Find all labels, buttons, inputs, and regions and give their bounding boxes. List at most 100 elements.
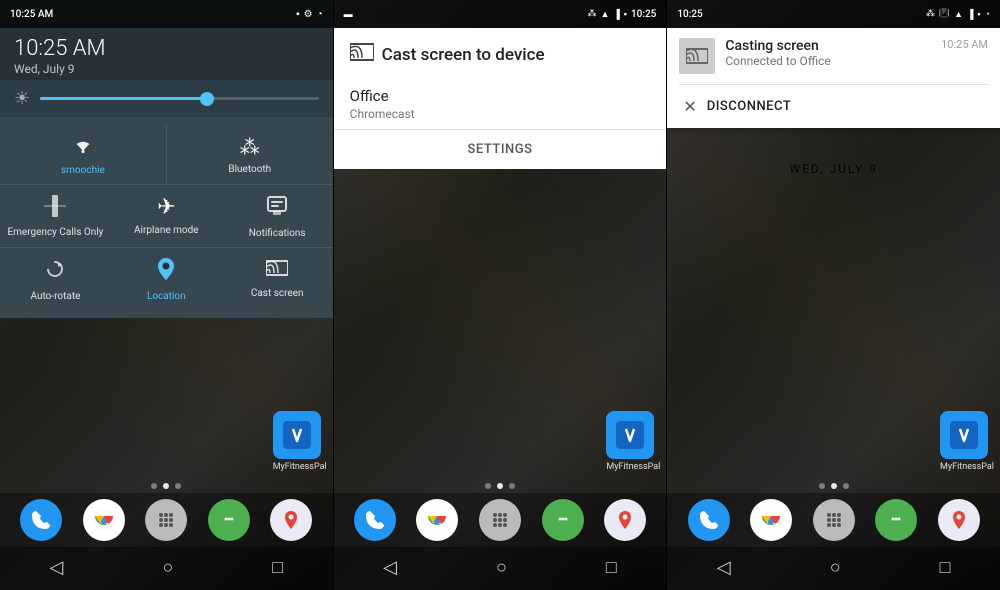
home-button-2[interactable]: ○ — [480, 553, 523, 582]
tile-airplane-label: Airplane mode — [134, 225, 199, 236]
app-apps-1[interactable] — [145, 499, 187, 541]
vibrate-icon-3: 📳 — [939, 9, 950, 19]
disconnect-label: DISCONNECT — [707, 99, 792, 114]
recent-button-1[interactable]: □ — [256, 553, 299, 582]
tile-airplane[interactable]: ✈ Airplane mode — [111, 185, 222, 247]
cast-device-row[interactable]: Office Chromecast — [334, 77, 667, 130]
dot-3 — [175, 483, 181, 489]
cast-icon — [266, 258, 288, 283]
myfitness-box-2 — [606, 411, 654, 459]
myfitness-label-1: MyFitnessPal — [273, 462, 327, 472]
shade-header: 10:25 AM Wed, July 9 — [0, 28, 333, 80]
shade-time: 10:25 AM — [14, 36, 319, 61]
tile-bluetooth[interactable]: ⁂ Bluetooth — [167, 125, 333, 184]
brightness-fill — [40, 97, 207, 100]
tile-autorotate[interactable]: Auto-rotate — [0, 248, 111, 310]
notif-content: Casting screen Connected to Office — [725, 38, 931, 68]
app-chrome-3[interactable] — [750, 499, 792, 541]
shade-date: Wed, July 9 — [14, 62, 319, 76]
quick-tile-row-2: Emergency Calls Only ✈ Airplane mode — [0, 185, 333, 247]
wifi-icon — [71, 135, 95, 160]
tile-notifications-label: Notifications — [249, 228, 306, 239]
dock-3 — [667, 493, 1000, 547]
home-button-3[interactable]: ○ — [814, 553, 857, 582]
brightness-row[interactable]: ☀ — [0, 80, 333, 117]
status-bar-1: 10:25 AM ▪ ⚙ ◔ — [0, 0, 333, 28]
myfitness-icon-2[interactable]: MyFitnessPal — [606, 411, 660, 472]
tile-bluetooth-label: Bluetooth — [228, 164, 271, 175]
dot-2-3 — [509, 483, 515, 489]
back-button-3[interactable]: ◁ — [701, 553, 747, 582]
myfitness-icon-3[interactable]: MyFitnessPal — [940, 411, 994, 472]
back-button-2[interactable]: ◁ — [367, 553, 413, 582]
battery-icon-2: ▪ — [624, 9, 627, 20]
tile-cast-label: Cast screen — [251, 288, 304, 299]
quick-tile-row-3: Auto-rotate Location — [0, 248, 333, 310]
notif-title: Casting screen — [725, 38, 931, 54]
status-bar-right-1: ▪ ⚙ ◔ — [296, 9, 323, 20]
brightness-track[interactable] — [40, 97, 319, 100]
dot-2-2 — [497, 483, 503, 489]
app-maps-3[interactable] — [938, 499, 980, 541]
recent-button-3[interactable]: □ — [924, 553, 967, 582]
status-bar-right-3: ⁂ 📳 ▲ ▐ ▪ ◔ — [926, 9, 990, 20]
app-maps-1[interactable] — [270, 499, 312, 541]
app-apps-3[interactable] — [813, 499, 855, 541]
dot-2 — [163, 483, 169, 489]
myfitness-label-3: MyFitnessPal — [940, 462, 994, 472]
dock-2 — [334, 493, 667, 547]
emergency-icon — [44, 195, 66, 222]
tile-notifications[interactable]: Notifications — [222, 185, 333, 247]
panel-quick-settings: 10:25 AM ▪ ⚙ ◔ 10:25 AM Wed, July 9 ☀ — [0, 0, 333, 590]
page-dots-2 — [334, 479, 667, 493]
app-phone-3[interactable] — [688, 499, 730, 541]
dot-2-1 — [485, 483, 491, 489]
time-1: 10:25 AM — [10, 9, 53, 20]
notification-shade: 10:25 AM ▪ ⚙ ◔ 10:25 AM Wed, July 9 ☀ — [0, 0, 333, 318]
tile-castscreen[interactable]: Cast screen — [222, 248, 333, 310]
app-phone-2[interactable] — [354, 499, 396, 541]
cast-device-type: Chromecast — [350, 107, 651, 121]
cast-header: Cast screen to device — [334, 28, 667, 77]
dot-3-2 — [831, 483, 837, 489]
app-chrome-1[interactable] — [83, 499, 125, 541]
app-maps-2[interactable] — [604, 499, 646, 541]
app-hangouts-3[interactable] — [875, 499, 917, 541]
airplane-icon: ✈ — [157, 195, 175, 220]
cast-header-title: Cast screen to device — [382, 45, 545, 65]
page-dots-3 — [667, 479, 1000, 493]
notif-action-disconnect[interactable]: ✕ DISCONNECT — [667, 85, 1000, 128]
myfitness-box-1 — [273, 411, 321, 459]
tile-emergency[interactable]: Emergency Calls Only — [0, 185, 111, 247]
status-bar-left-3: 10:25 — [677, 9, 702, 20]
tile-wifi[interactable]: smoochie — [0, 125, 166, 184]
signal-icon-2: ▐ — [613, 9, 619, 20]
notif-subtitle: Connected to Office — [725, 54, 931, 68]
cast-settings-button[interactable]: SETTINGS — [334, 130, 667, 169]
home-button-1[interactable]: ○ — [146, 553, 189, 582]
app-hangouts-1[interactable] — [208, 499, 250, 541]
myfitness-icon-1[interactable]: MyFitnessPal — [273, 411, 327, 472]
app-hangouts-2[interactable] — [542, 499, 584, 541]
app-chrome-2[interactable] — [416, 499, 458, 541]
bt-icon-3: ⁂ — [926, 9, 935, 19]
battery-icon-1: ▪ — [296, 9, 300, 20]
dot-3-1 — [819, 483, 825, 489]
recent-button-2[interactable]: □ — [590, 553, 633, 582]
casting-notification: Casting screen Connected to Office 10:25… — [667, 28, 1000, 128]
tile-wifi-label: smoochie — [61, 165, 105, 176]
status-bar-2: ▬ ⁂ ▲ ▐ ▪ 10:25 — [334, 0, 667, 28]
app-apps-2[interactable] — [479, 499, 521, 541]
status-bar-left-2: ▬ — [344, 9, 353, 20]
cast-settings-label: SETTINGS — [468, 142, 533, 157]
bottom-area-3: ◁ ○ □ — [667, 479, 1000, 590]
status-bar-3: 10:25 ⁂ 📳 ▲ ▐ ▪ ◔ — [667, 0, 1000, 28]
app-phone-1[interactable] — [20, 499, 62, 541]
tile-location[interactable]: Location — [111, 248, 222, 310]
notif-time: 10:25 AM — [941, 38, 988, 51]
cast-status-icon: ▬ — [344, 9, 353, 20]
alarm-icon-1: ◔ — [317, 9, 323, 20]
brightness-icon: ☀ — [14, 88, 30, 109]
back-button-1[interactable]: ◁ — [34, 553, 80, 582]
wifi-icon-2: ▲ — [600, 9, 609, 20]
